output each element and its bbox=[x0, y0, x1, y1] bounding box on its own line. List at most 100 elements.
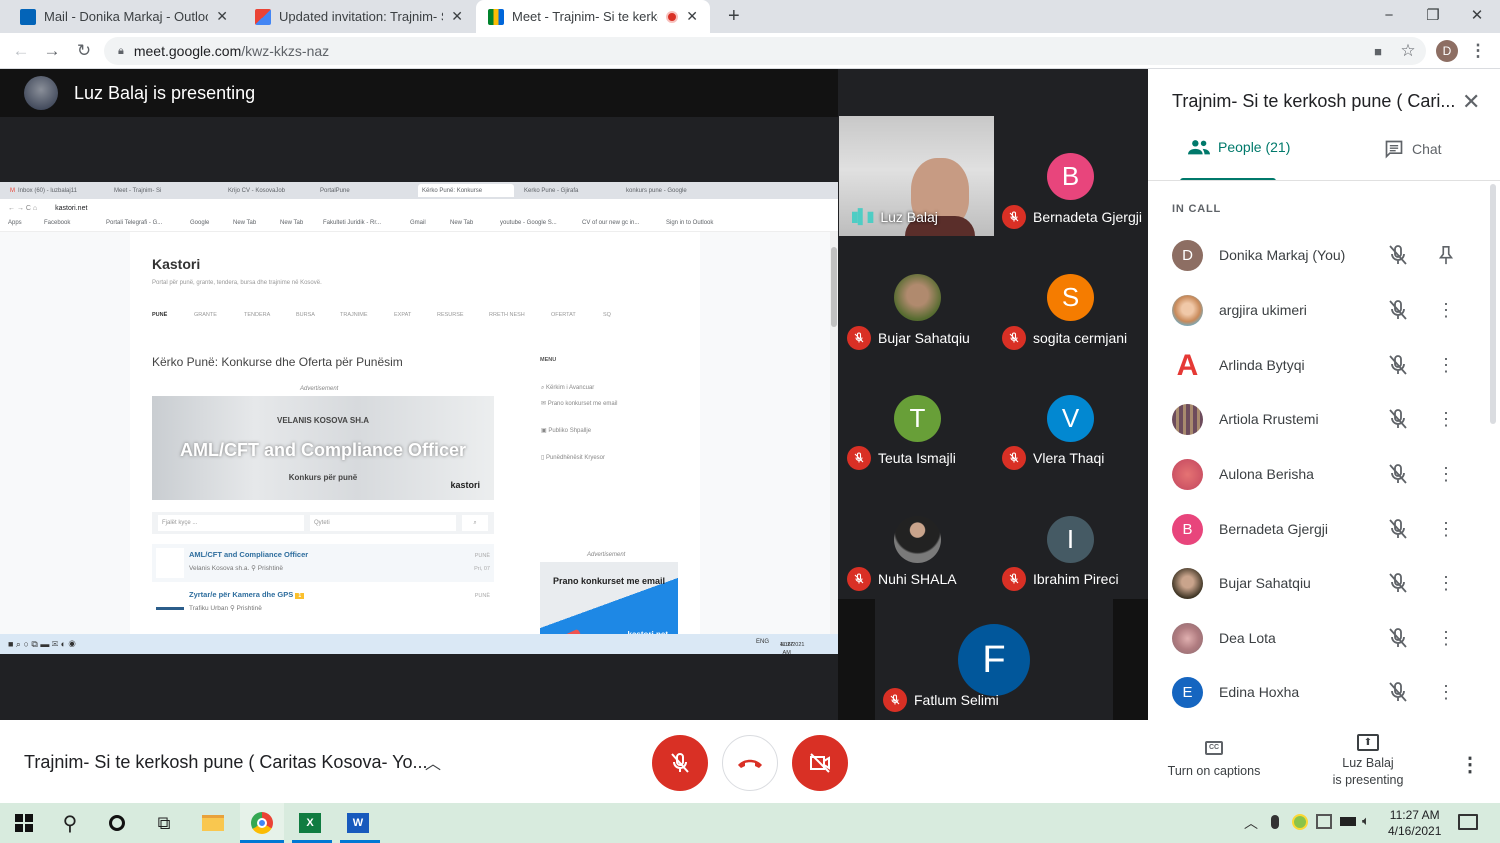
captions-button[interactable]: CC Turn on captions bbox=[1160, 734, 1268, 780]
job-row: Zyrtar/e për Kamera dhe GPS 1 Trafiku Ur… bbox=[152, 584, 494, 622]
forward-button[interactable]: → bbox=[40, 39, 64, 63]
browser-tab-outlook[interactable]: Mail - Donika Markaj - Outlook ✕ bbox=[8, 0, 240, 33]
avatar bbox=[1172, 459, 1203, 490]
more-options-icon[interactable]: ⋮ bbox=[1460, 752, 1480, 777]
more-options-icon[interactable]: ⋮ bbox=[1434, 626, 1458, 650]
shared-scrollbar bbox=[830, 232, 838, 642]
system-clock[interactable]: 11:27 AM 4/16/2021 bbox=[1388, 807, 1441, 839]
more-options-icon[interactable]: ⋮ bbox=[1434, 517, 1458, 541]
pin-icon[interactable] bbox=[1434, 243, 1458, 267]
mic-off-icon bbox=[1386, 680, 1410, 704]
browser-menu-icon[interactable]: ⋮ bbox=[1466, 39, 1490, 63]
participant-avatar bbox=[894, 274, 941, 321]
participant-avatar: S bbox=[1047, 274, 1094, 321]
shared-taskbar: ■ ⌕ ○ ⧉ ▬ ✉ ◐ ◉ ENG 11:27 AM 4/16/2021 bbox=[0, 634, 838, 654]
participant-row[interactable]: B Bernadeta Gjergji ⋮ bbox=[1148, 502, 1488, 556]
tab-chat[interactable]: Chat bbox=[1384, 139, 1442, 159]
panel-scrollbar[interactable] bbox=[1490, 184, 1496, 424]
restore-button[interactable]: ❐ bbox=[1410, 0, 1456, 30]
mic-off-icon bbox=[1386, 571, 1410, 595]
video-tile-sogita-cermjani[interactable]: S sogita cermjani bbox=[994, 236, 1149, 356]
presenting-button[interactable]: ⬆ Luz Balaj is presenting bbox=[1318, 734, 1418, 789]
windows-taskbar: ⚲ ⧉ X W ︿ 🔈︎ 11:27 AM 4/16/2021 bbox=[0, 803, 1500, 843]
muted-mic-icon bbox=[1002, 205, 1026, 229]
avatar bbox=[1172, 623, 1203, 654]
close-tab-icon[interactable]: ✕ bbox=[686, 8, 698, 25]
video-tile-teuta-ismajli[interactable]: T Teuta Ismajli bbox=[839, 356, 994, 476]
shared-tab: konkurs pune - Google bbox=[626, 187, 687, 194]
participant-row[interactable]: D Donika Markaj (You) bbox=[1148, 228, 1488, 282]
avatar bbox=[1172, 404, 1203, 435]
bookmark-star-icon[interactable]: ☆ bbox=[1396, 39, 1420, 63]
more-options-icon[interactable]: ⋮ bbox=[1434, 462, 1458, 486]
word-icon[interactable]: W bbox=[340, 809, 376, 837]
shared-tab: PortalPune bbox=[320, 187, 350, 194]
more-options-icon[interactable]: ⋮ bbox=[1434, 571, 1458, 595]
search-icon[interactable]: ⚲ bbox=[52, 809, 88, 837]
close-tab-icon[interactable]: ✕ bbox=[216, 8, 228, 25]
ad-banner: VELANIS KOSOVA SH.A AML/CFT and Complian… bbox=[152, 396, 494, 500]
participant-row[interactable]: Aulona Berisha ⋮ bbox=[1148, 447, 1488, 501]
chevron-up-icon[interactable]: ︿ bbox=[425, 750, 441, 774]
video-tile-luz-balaj[interactable]: ▮▌▮ Luz Balaj bbox=[839, 116, 994, 236]
new-tab-button[interactable]: + bbox=[716, 0, 752, 33]
more-options-icon[interactable]: ⋮ bbox=[1434, 680, 1458, 704]
minimize-button[interactable]: − bbox=[1366, 0, 1412, 30]
muted-mic-icon bbox=[1002, 567, 1026, 591]
mic-toggle-button[interactable] bbox=[652, 735, 708, 791]
address-bar[interactable]: 🔒︎ meet.google.com/kwz-kkzs-naz bbox=[104, 37, 1426, 65]
shared-address-bar: ← → C ⌂ kastori.net bbox=[0, 199, 838, 217]
close-window-button[interactable]: ✕ bbox=[1454, 0, 1500, 30]
participant-row[interactable]: Artiola Rrustemi ⋮ bbox=[1148, 392, 1488, 446]
profile-avatar[interactable]: D bbox=[1436, 40, 1458, 62]
video-tile-vlera-thaqi[interactable]: V Vlera Thaqi bbox=[994, 356, 1149, 476]
video-tile-fatlum-selimi[interactable]: F Fatlum Selimi bbox=[875, 599, 1113, 720]
camera-in-use-icon[interactable]: ■ bbox=[1366, 39, 1390, 63]
microphone-icon[interactable] bbox=[1271, 815, 1279, 829]
show-hidden-icons[interactable]: ︿ bbox=[1244, 813, 1258, 833]
site-title: Kastori bbox=[152, 256, 201, 272]
file-explorer-icon[interactable] bbox=[195, 809, 231, 837]
video-tile-nuhi-shala[interactable]: Nuhi SHALA bbox=[839, 476, 994, 596]
tab-people[interactable]: People (21) bbox=[1188, 139, 1290, 155]
tray-app-icon[interactable] bbox=[1316, 814, 1332, 829]
camera-toggle-button[interactable] bbox=[792, 735, 848, 791]
chrome-icon[interactable] bbox=[240, 803, 284, 843]
close-panel-button[interactable]: ✕ bbox=[1462, 89, 1480, 115]
video-tile-ibrahim-pireci[interactable]: I Ibrahim Pireci bbox=[994, 476, 1149, 596]
shared-tab: Krijo CV - KosovaJob bbox=[228, 187, 286, 194]
browser-tab-strip: Mail - Donika Markaj - Outlook ✕ Updated… bbox=[0, 0, 1500, 33]
reload-button[interactable]: ↻ bbox=[72, 39, 96, 63]
participant-row[interactable]: argjira ukimeri ⋮ bbox=[1148, 283, 1488, 337]
browser-tab-gmail[interactable]: Updated invitation: Trajnim- Si te ✕ bbox=[243, 0, 475, 33]
browser-tab-meet[interactable]: Meet - Trajnim- Si te kerkosh ✕ bbox=[476, 0, 710, 33]
job-row: AML/CFT and Compliance Officer Velanis K… bbox=[152, 544, 494, 582]
video-tile-bujar-sahatqiu[interactable]: Bujar Sahatqiu bbox=[839, 236, 994, 356]
participant-row[interactable]: A Arlinda Bytyqi ⋮ bbox=[1148, 338, 1488, 392]
recording-icon bbox=[666, 10, 679, 23]
back-button[interactable]: ← bbox=[9, 39, 33, 63]
leave-call-button[interactable] bbox=[722, 735, 778, 791]
close-tab-icon[interactable]: ✕ bbox=[451, 8, 463, 25]
battery-icon[interactable] bbox=[1340, 817, 1356, 826]
participant-row[interactable]: E Edina Hoxha ⋮ bbox=[1148, 665, 1488, 719]
more-options-icon[interactable]: ⋮ bbox=[1434, 407, 1458, 431]
mic-off-icon bbox=[1386, 517, 1410, 541]
more-options-icon[interactable]: ⋮ bbox=[1434, 298, 1458, 322]
task-view-icon[interactable]: ⧉ bbox=[146, 809, 182, 837]
app-tray-icon[interactable] bbox=[1292, 814, 1308, 830]
start-icon[interactable] bbox=[6, 809, 42, 837]
more-options-icon[interactable]: ⋮ bbox=[1434, 353, 1458, 377]
section-label: IN CALL bbox=[1172, 203, 1221, 215]
participant-avatar: V bbox=[1047, 395, 1094, 442]
video-tile-bernadeta-gjergji[interactable]: B Bernadeta Gjergji bbox=[994, 116, 1149, 236]
cortana-icon[interactable] bbox=[99, 809, 135, 837]
participant-row[interactable]: Bujar Sahatqiu ⋮ bbox=[1148, 556, 1488, 610]
hang-up-icon bbox=[738, 759, 762, 768]
notifications-icon[interactable] bbox=[1458, 814, 1478, 830]
present-screen-icon: ⬆ bbox=[1357, 734, 1379, 751]
excel-icon[interactable]: X bbox=[292, 809, 328, 837]
participant-row[interactable]: Dea Lota ⋮ bbox=[1148, 611, 1488, 665]
volume-icon[interactable]: 🔈︎ bbox=[1362, 813, 1370, 829]
muted-mic-icon bbox=[1002, 446, 1026, 470]
